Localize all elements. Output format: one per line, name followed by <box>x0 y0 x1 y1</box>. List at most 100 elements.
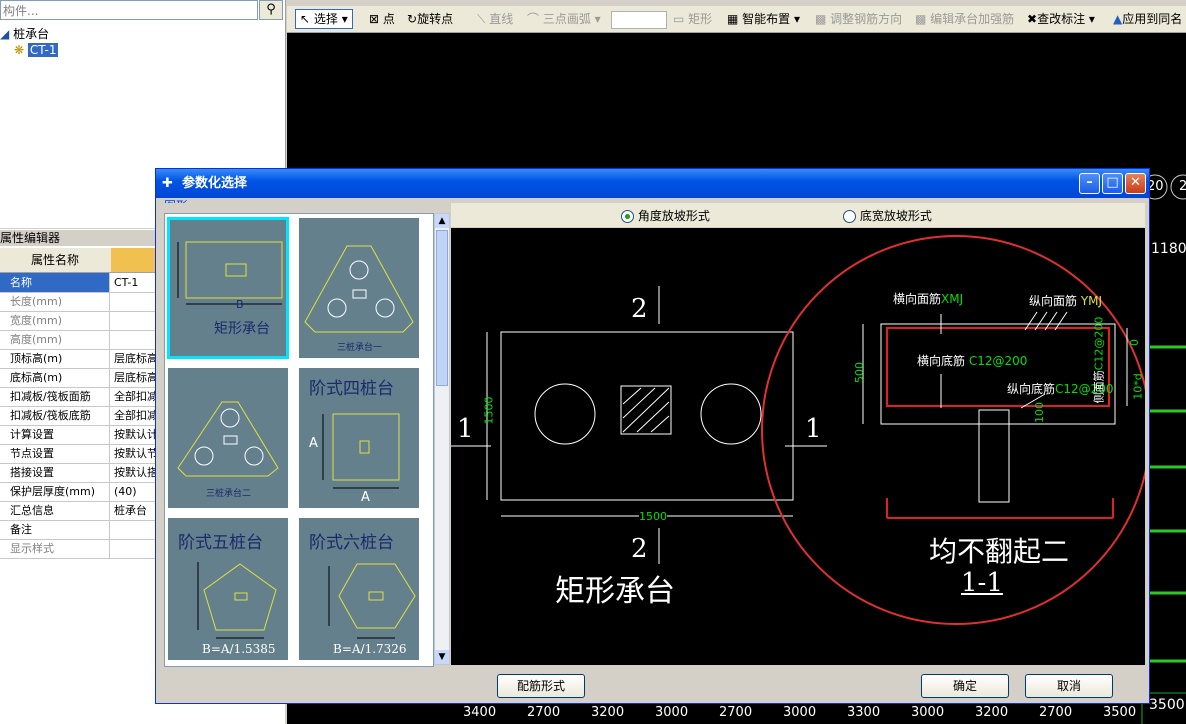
property-row[interactable]: 保护层厚度(mm) (40) <box>0 482 160 502</box>
shape-three-pile-1[interactable]: 三桩承台一 <box>298 217 420 359</box>
property-row[interactable]: 宽度(mm) <box>0 311 160 331</box>
property-name: 显示样式 <box>0 539 110 558</box>
apply-icon: ▲ <box>1113 12 1123 26</box>
apply-same-name-button[interactable]: ▲应用到同名 <box>1113 9 1182 29</box>
axis-number: 3000 <box>655 705 689 720</box>
axis-number: 3300 <box>847 705 881 720</box>
shape-label: 矩形承台 <box>214 321 270 337</box>
adjust-rebar-dir-button[interactable]: ▩ 调整钢筋方向 <box>815 9 902 29</box>
cancel-button[interactable]: 取消 <box>1025 674 1113 698</box>
tree-child-label: CT-1 <box>27 43 59 57</box>
rebar-bottom-horizontal: 横向底筋 C12@200 <box>917 354 1028 368</box>
tree-item-ct1[interactable]: ❋ CT-1 <box>14 42 59 59</box>
property-row[interactable]: 节点设置按默认节点 <box>0 444 162 464</box>
axis-number: 3000 <box>911 705 945 720</box>
arc-mode-select[interactable] <box>611 11 667 29</box>
dimension-label: 3500 <box>1149 697 1185 713</box>
axis-number: 3200 <box>591 705 625 720</box>
dialog-title: 参数化选择 <box>182 176 248 191</box>
property-row[interactable]: 名称 CT-1 <box>0 273 160 293</box>
radio-angle-slope[interactable]: 角度放坡形式 <box>621 207 710 224</box>
property-row[interactable]: 顶标高(m) 层底标高 <box>0 349 160 369</box>
three-point-arc-button[interactable]: ⌒ 三点画弧 ▾ <box>527 9 601 29</box>
radio-bottom-width-slope[interactable]: 底宽放坡形式 <box>843 207 932 224</box>
search-icon[interactable]: ⚲ <box>259 0 283 20</box>
point-icon: ⊠ <box>369 12 380 26</box>
rebar-top-horizontal: 横向面筋XMJ <box>893 292 964 306</box>
section-mark-bottom: 2 <box>631 534 648 564</box>
rotate-icon: ↻ <box>407 12 418 26</box>
check-annotation-button[interactable]: ✖查改标注 ▾ <box>1027 9 1095 29</box>
maximize-icon[interactable]: □ <box>1102 173 1123 194</box>
component-search-input[interactable]: 构件... <box>0 0 258 20</box>
shape-label: 阶式四桩台 <box>309 379 394 399</box>
scroll-up-icon[interactable]: ▲ <box>435 214 449 228</box>
folder-icon: ◢ <box>0 27 10 41</box>
axis-number: 3400 <box>463 705 497 720</box>
axis-number: 2700 <box>1039 705 1073 720</box>
six-pile-icon <box>328 563 416 639</box>
axis-number: 3000 <box>783 705 817 720</box>
property-row[interactable]: 备注 <box>0 520 160 540</box>
property-editor-title: 属性编辑器 <box>0 230 160 246</box>
tree-root-label: 桩承台 <box>13 27 50 41</box>
ok-button[interactable]: 确定 <box>921 674 1009 698</box>
dimension-500: 500 <box>853 362 866 383</box>
shape-rect-cap[interactable]: B 矩形承台 <box>167 217 289 359</box>
scroll-down-icon[interactable]: ▼ <box>435 650 449 664</box>
property-name: 计算设置 <box>0 425 110 444</box>
property-row[interactable]: 汇总信息 桩承台 <box>0 501 160 521</box>
point-button[interactable]: ⊠ 点 <box>369 9 395 29</box>
tree-item-pile-cap[interactable]: ◢ 桩承台 <box>0 26 49 43</box>
property-name: 汇总信息 <box>0 501 110 520</box>
shape-formula: B=A/1.7326 <box>333 642 407 656</box>
slope-form-options: 角度放坡形式 底宽放坡形式 <box>451 203 1145 227</box>
property-name: 节点设置 <box>0 444 110 463</box>
dimension-horizontal: 1500 <box>639 510 667 523</box>
section-caption: 均不翻起二 <box>929 535 1070 568</box>
parametric-select-dialog: ✚ 参数化选择 – □ ✕ 图形 B 矩形承台 <box>155 168 1150 704</box>
shape-three-pile-2[interactable]: 三桩承台二 <box>167 367 289 509</box>
rebar-form-button[interactable]: 配筋形式 <box>497 674 585 698</box>
radio-checked-icon <box>621 210 634 223</box>
smart-layout-button[interactable]: ▦ 智能布置 ▾ <box>727 9 800 29</box>
three-pile-icon <box>304 245 414 333</box>
five-pile-icon <box>197 562 277 639</box>
edit-reinforce-button[interactable]: ▩ 编辑承台加强筋 <box>915 9 1014 29</box>
select-button[interactable]: ↖ 选择 ▾ <box>295 9 353 29</box>
property-value-header <box>111 248 160 272</box>
dialog-titlebar[interactable]: ✚ 参数化选择 – □ ✕ <box>156 169 1149 198</box>
axis-number: 3500 <box>1103 705 1137 720</box>
close-icon[interactable]: ✕ <box>1125 173 1146 194</box>
preview-caption: 矩形承台 <box>555 574 675 609</box>
property-row[interactable]: 扣减板/筏板面筋 全部扣减 <box>0 387 160 407</box>
rect-button[interactable]: ▭ 矩形 <box>673 9 712 29</box>
scroll-thumb[interactable] <box>436 230 448 386</box>
property-name: 搭接设置 <box>0 463 110 482</box>
shape-step-four-pile[interactable]: 阶式四桩台 A A <box>298 367 420 509</box>
gallery-scrollbar[interactable]: ▲ ▼ <box>434 213 450 665</box>
rotate-point-button[interactable]: ↻旋转点 <box>407 9 453 29</box>
property-row[interactable]: 搭接设置按默认搭接 <box>0 463 162 483</box>
shape-step-five-pile[interactable]: 阶式五桩台 B=A/1.5385 <box>167 517 289 661</box>
property-row[interactable]: 显示样式 <box>0 539 160 559</box>
shape-label: 阶式五桩台 <box>178 533 263 553</box>
dimension-10d: 10*d <box>1131 373 1145 400</box>
property-row[interactable]: 计算设置按默认计算 <box>0 425 162 445</box>
line-button[interactable]: ⟍ 直线 <box>477 9 513 29</box>
dimension-100: 100 <box>1033 402 1046 423</box>
property-name: 备注 <box>0 520 110 539</box>
minimize-icon[interactable]: – <box>1079 173 1100 194</box>
property-row[interactable]: 长度(mm) <box>0 292 160 312</box>
rebar-side: 侧面筋C12@200 <box>1092 316 1106 404</box>
radio-unchecked-icon <box>843 210 856 223</box>
dimension-0: 0 <box>1128 339 1141 346</box>
property-row[interactable]: 高度(mm) <box>0 330 160 350</box>
shape-formula: B=A/1.5385 <box>202 642 276 656</box>
dimension-vertical: 1500 <box>482 396 496 425</box>
shape-label: 三桩承台一 <box>337 343 383 353</box>
property-row[interactable]: 扣减板/筏板底筋 全部扣减 <box>0 406 160 426</box>
axis-number: 2700 <box>719 705 753 720</box>
property-row[interactable]: 底标高(m) 层底标高 <box>0 368 160 388</box>
shape-step-six-pile[interactable]: 阶式六桩台 B=A/1.7326 <box>298 517 420 661</box>
